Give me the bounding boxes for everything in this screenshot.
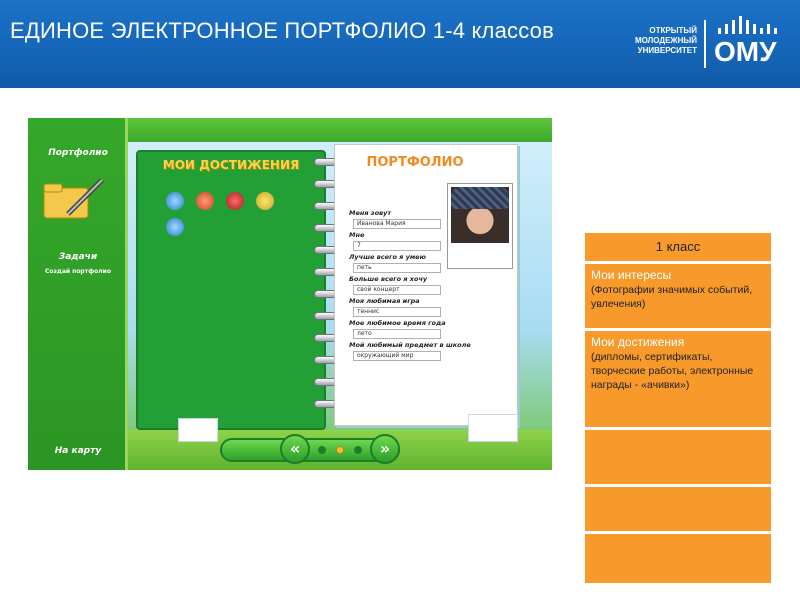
sidebar-item-to-map[interactable]: На карту [32,446,124,456]
achievements-row: Мои достижения (дипломы, сертификаты, тв… [584,330,772,428]
page-dot-1[interactable] [318,446,326,454]
logo-text: ОТКРЫТЫЙ МОЛОДЕЖНЫЙ УНИВЕРСИТЕТ [612,26,697,56]
field-game-input[interactable]: теннис [353,307,441,317]
achievements-page: МОИ ДОСТИЖЕНИЯ [136,150,326,430]
achievements-row-text: (дипломы, сертификаты, творческие работы… [591,351,754,391]
achievement-badge-4[interactable] [256,192,274,210]
student-photo [447,183,513,269]
field-wish-input[interactable]: свой концерт [353,285,441,295]
portfolio-page: ПОРТФОЛИО Меня зовут Иванова Мария Мне 7… [334,144,518,426]
achievement-badge-2[interactable] [196,192,214,210]
field-label-game: Моя любимая игра [349,297,420,305]
sidebar-item-tasks[interactable]: Задачи [32,252,124,262]
next-page-button[interactable]: » [370,434,400,464]
interests-row: Мои интересы (Фотографии значимых событи… [584,263,772,329]
logo-line-2: МОЛОДЕЖНЫЙ [634,36,697,45]
page-dot-3[interactable] [354,446,362,454]
field-label-name: Меня зовут [349,209,392,217]
top-strip [128,118,552,142]
page-dot-2[interactable] [336,446,344,454]
omu-logo: ОТКРЫТЫЙ МОЛОДЕЖНЫЙ УНИВЕРСИТЕТ ОМУ [612,14,792,74]
achievement-badge-1[interactable] [166,192,184,210]
grade-header: 1 класс [584,232,772,262]
sidebar: Портфолио Задачи Создай портфолио На кар… [28,118,128,470]
header-banner: ЕДИНОЕ ЭЛЕКТРОННОЕ ПОРТФОЛИО 1-4 классов… [0,0,800,88]
logo-mark: ОМУ [714,36,777,67]
portfolio-app-screenshot: Портфолио Задачи Создай портфолио На кар… [28,118,552,470]
field-age-input[interactable]: 7 [353,241,441,251]
empty-row [584,429,772,485]
portfolio-title: ПОРТФОЛИО [366,155,464,170]
logo-line-3: УНИВЕРСИТЕТ [637,46,697,55]
field-skill-input[interactable]: петь [353,263,441,273]
field-season-input[interactable]: лето [353,329,441,339]
field-label-skill: Лучше всего я умею [349,253,426,261]
sidebar-item-portfolio[interactable]: Портфолио [32,148,124,158]
grade-info-table: 1 класс Мои интересы (Фотографии значимы… [584,232,772,584]
field-label-subject: Мой любимый предмет в школе [349,341,471,349]
logo-line-1: ОТКРЫТЫЙ [649,26,697,35]
field-label-age: Мне [349,231,365,239]
achievement-badge-3[interactable] [226,192,244,210]
field-name-input[interactable]: Иванова Мария [353,219,441,229]
field-subject-input[interactable]: окружающий мир [353,351,441,361]
page-title: ЕДИНОЕ ЭЛЕКТРОННОЕ ПОРТФОЛИО 1-4 классов [10,18,555,43]
empty-row [584,486,772,532]
sidebar-item-create-portfolio[interactable]: Создай портфолио [32,268,124,275]
achievements-title: МОИ ДОСТИЖЕНИЯ [162,158,300,172]
antenna-bars-icon [718,16,777,34]
house-decoration [178,418,218,442]
logo-divider [704,20,706,68]
house-decoration [468,414,518,442]
field-label-wish: Больше всего я хочу [349,275,428,283]
interests-text: (Фотографии значимых событий, увлечения) [591,284,753,310]
field-label-season: Мое любимое время года [349,319,446,327]
interests-title: Мои интересы [591,268,672,282]
empty-row [584,533,772,584]
achievements-row-title: Мои достижения [591,335,685,349]
folder-pen-icon [43,178,104,219]
prev-page-button[interactable]: « [280,434,310,464]
achievement-badge-5[interactable] [166,218,184,236]
